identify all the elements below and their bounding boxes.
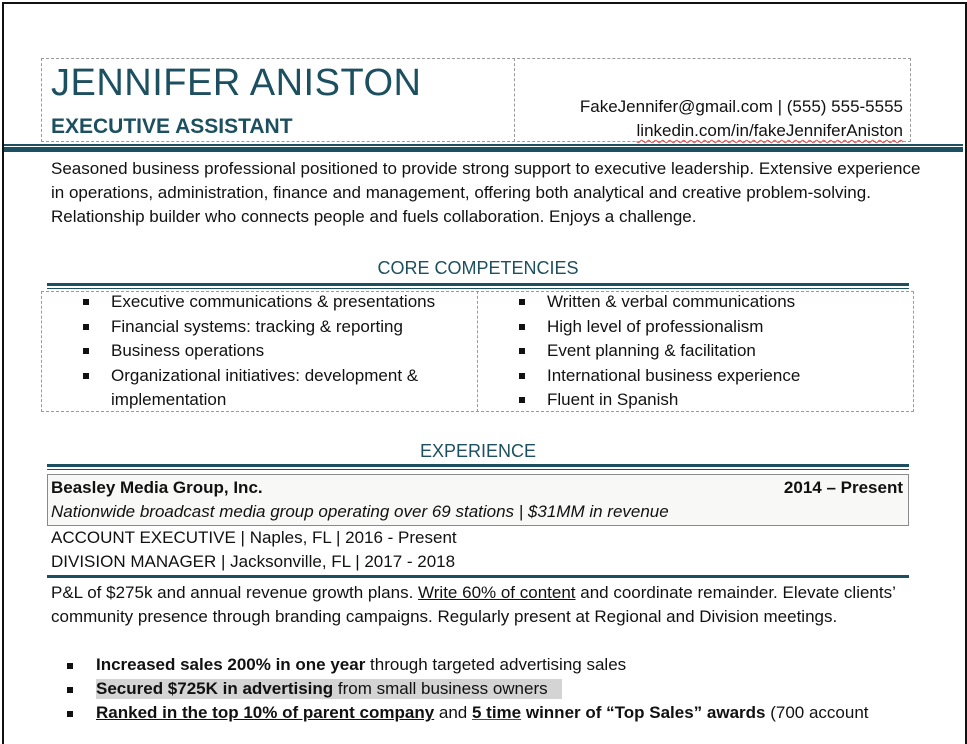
competencies-left-list: Executive communications & presentations…: [83, 290, 471, 413]
competencies-table-divider: [477, 291, 478, 412]
candidate-title: EXECUTIVE ASSISTANT: [51, 115, 293, 138]
competency-item: Written & verbal communications: [519, 290, 907, 315]
header-rule-thin: [4, 144, 963, 146]
achievement-item-highlighted: Secured $725K in advertising from small …: [96, 679, 562, 699]
square-bullet-icon: [83, 348, 89, 354]
square-bullet-icon: [67, 687, 73, 693]
square-bullet-icon: [83, 299, 89, 305]
role-line: ACCOUNT EXECUTIVE | Naples, FL | 2016 - …: [51, 528, 457, 547]
square-bullet-icon: [83, 372, 89, 379]
core-competencies-heading: CORE COMPETENCIES: [377, 258, 579, 278]
role-rule: [47, 575, 909, 578]
job-description: P&L of $275k and annual revenue growth p…: [51, 583, 896, 626]
competency-item: Fluent in Spanish: [519, 388, 907, 413]
competency-item: International business experience: [519, 364, 907, 389]
competency-item: Business operations: [83, 339, 471, 364]
company-description: Nationwide broadcast media group operati…: [51, 502, 669, 521]
square-bullet-icon: [519, 299, 525, 305]
header-rule-thick: [4, 147, 963, 152]
competency-item: Financial systems: tracking & reporting: [83, 315, 471, 340]
candidate-name: JENNIFER ANISTON: [51, 62, 422, 104]
square-bullet-icon: [519, 323, 525, 330]
square-bullet-icon: [519, 372, 525, 379]
square-bullet-icon: [519, 397, 525, 403]
contact-email-phone: FakeJennifer@gmail.com | (555) 555-5555: [579, 97, 903, 116]
competency-item: High level of professionalism: [519, 315, 907, 340]
linkedin-url[interactable]: linkedin.com/in/fakeJenniferAniston: [637, 121, 903, 140]
competency-item: Executive communications & presentations: [83, 290, 471, 315]
square-bullet-icon: [83, 323, 89, 330]
role-line: DIVISION MANAGER | Jacksonville, FL | 20…: [51, 552, 456, 571]
competencies-right-list: Written & verbal communications High lev…: [519, 290, 907, 413]
core-competencies-rule: [47, 283, 909, 289]
experience-rule: [47, 464, 909, 470]
achievement-item: Ranked in the top 10% of parent company …: [96, 703, 869, 722]
company-name: Beasley Media Group, Inc.: [51, 478, 263, 497]
competency-item: Event planning & facilitation: [519, 339, 907, 364]
square-bullet-icon: [67, 663, 73, 669]
achievement-item: Increased sales 200% in one year through…: [96, 655, 627, 674]
summary-paragraph: Seasoned business professional positione…: [51, 159, 921, 226]
square-bullet-icon: [519, 348, 525, 354]
header-table-divider: [514, 58, 515, 142]
employment-dates: 2014 – Present: [783, 478, 903, 497]
square-bullet-icon: [67, 711, 73, 717]
contact-linkedin: linkedin.com/in/fakeJenniferAniston: [637, 121, 903, 141]
competency-item: Organizational initiatives: development …: [83, 364, 471, 413]
experience-heading: EXPERIENCE: [419, 441, 537, 461]
